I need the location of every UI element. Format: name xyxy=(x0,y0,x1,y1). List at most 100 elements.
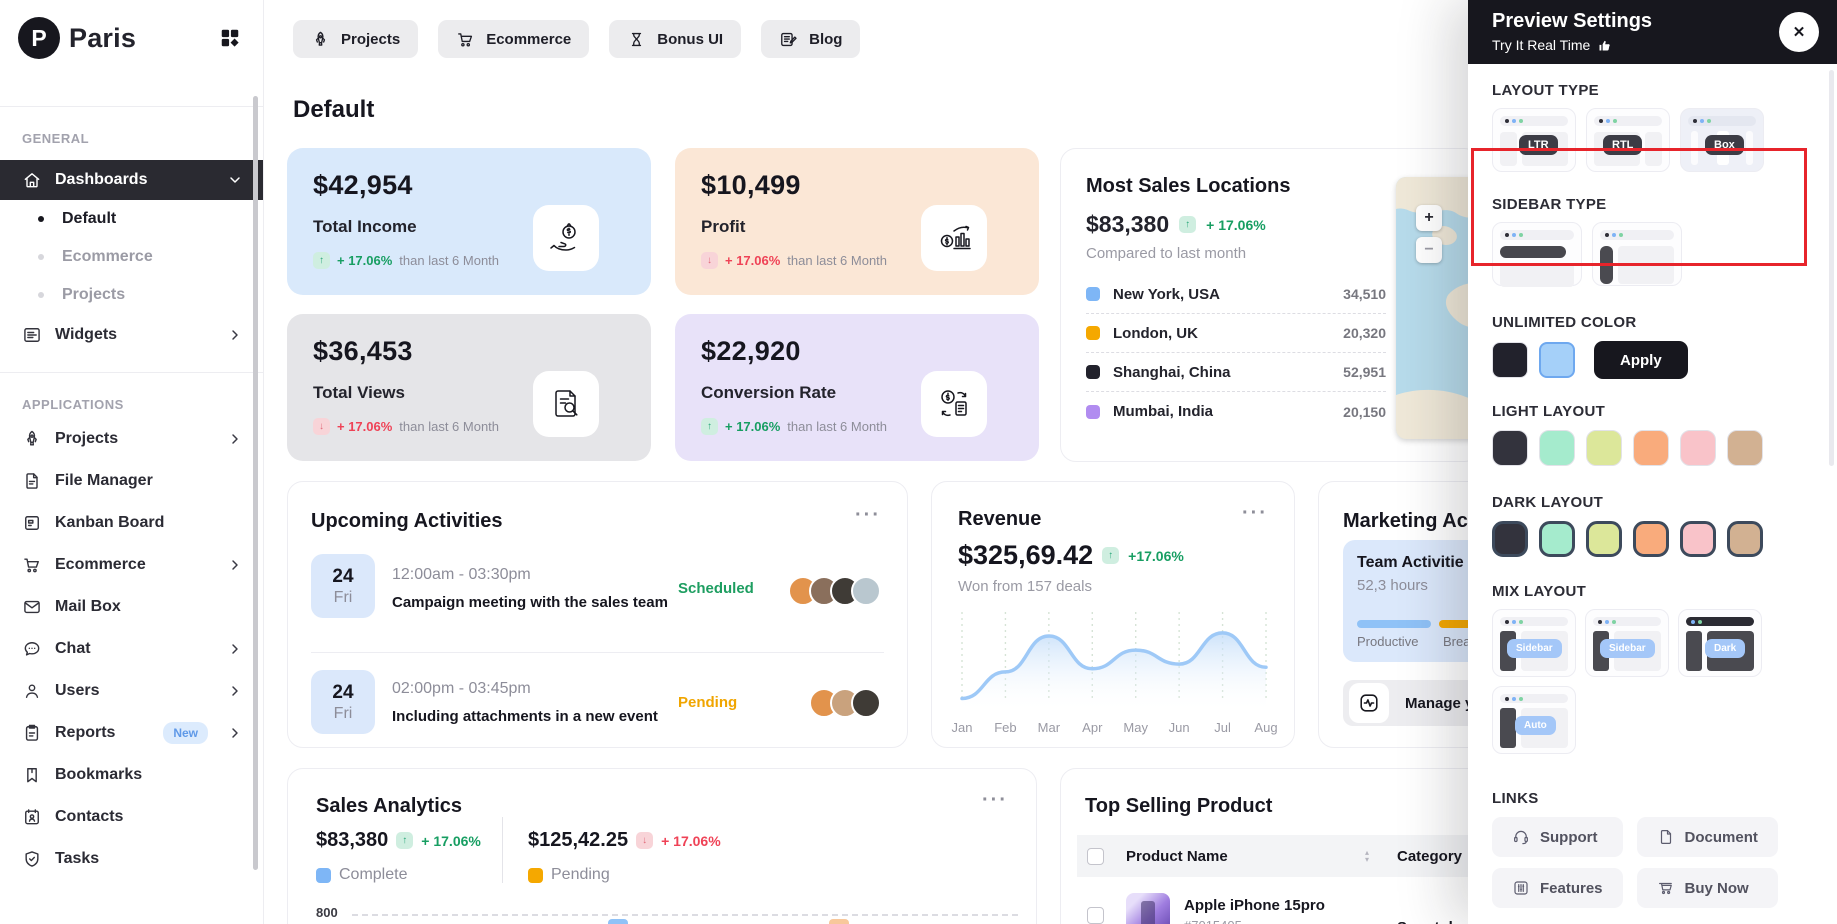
sidebar-item-contacts[interactable]: Contacts xyxy=(0,796,263,838)
chevron-right-icon xyxy=(227,725,243,741)
activity-weekday: Fri xyxy=(334,705,353,723)
sidebar-item-tasks[interactable]: Tasks xyxy=(0,838,263,880)
color-swatch-dark[interactable] xyxy=(1492,342,1528,378)
support-button[interactable]: Support xyxy=(1492,817,1623,857)
card-title: Revenue xyxy=(958,508,1041,531)
button-label: Projects xyxy=(341,31,400,48)
light-swatch[interactable] xyxy=(1492,430,1528,466)
legend-swatch xyxy=(1086,365,1100,379)
light-layout-label: LIGHT LAYOUT xyxy=(1492,403,1813,420)
dark-swatch[interactable] xyxy=(1539,521,1575,557)
topbar-projects-button[interactable]: Projects xyxy=(293,20,418,58)
sidebar-item-dashboards[interactable]: Dashboards xyxy=(0,160,263,200)
document-search-icon xyxy=(533,371,599,437)
sidebar-item-label: File Manager xyxy=(55,472,243,490)
card-menu-icon[interactable]: ··· xyxy=(1242,508,1268,518)
revenue-line-chart xyxy=(952,608,1276,716)
sidebar-toggle-grid-icon[interactable] xyxy=(219,27,241,49)
layout-box-option[interactable]: Box xyxy=(1680,108,1764,172)
link-label: Document xyxy=(1685,829,1758,846)
panel-title: Preview Settings xyxy=(1492,10,1813,33)
productive-bar xyxy=(1357,620,1431,628)
card-menu-icon[interactable]: ··· xyxy=(855,510,881,520)
sidebar-section-applications: APPLICATIONS xyxy=(22,397,263,412)
sidebar-subitem-default[interactable]: Default xyxy=(0,200,263,238)
stat-change-suffix: than last 6 Month xyxy=(787,419,887,434)
link-label: Support xyxy=(1540,829,1598,846)
sales-stat-value: $125,42.25 xyxy=(528,829,628,852)
location-row: Shanghai, China 52,951 xyxy=(1086,353,1386,392)
light-swatch[interactable] xyxy=(1633,430,1669,466)
buy-now-button[interactable]: Buy Now xyxy=(1637,868,1778,908)
row-checkbox[interactable] xyxy=(1087,907,1104,924)
divider xyxy=(502,817,503,883)
chat-icon xyxy=(22,639,42,659)
light-swatch[interactable] xyxy=(1680,430,1716,466)
stat-value: $22,920 xyxy=(701,336,1013,367)
layout-ltr-option[interactable]: LTR xyxy=(1492,108,1576,172)
document-button[interactable]: Document xyxy=(1637,817,1778,857)
dark-swatch[interactable] xyxy=(1586,521,1622,557)
card-menu-icon[interactable]: ··· xyxy=(982,795,1008,805)
sidebar-item-chat[interactable]: Chat xyxy=(0,628,263,670)
avatar xyxy=(851,688,881,718)
close-button[interactable]: ✕ xyxy=(1779,12,1819,52)
topbar-blog-button[interactable]: Blog xyxy=(761,20,860,58)
dark-swatch[interactable] xyxy=(1492,521,1528,557)
apply-button[interactable]: Apply xyxy=(1594,341,1688,379)
sidebar-type-vertical-option[interactable] xyxy=(1592,222,1682,286)
mix-sidebar-option-2[interactable]: Sidebar xyxy=(1585,609,1669,677)
cart-icon xyxy=(22,555,42,575)
layout-option-label: Box xyxy=(1705,135,1744,155)
chevron-right-icon xyxy=(227,641,243,657)
shield-check-icon xyxy=(22,849,42,869)
dark-swatch[interactable] xyxy=(1680,521,1716,557)
mix-sidebar-option-1[interactable]: Sidebar xyxy=(1492,609,1576,677)
map-zoom-out-button[interactable]: − xyxy=(1416,237,1442,263)
sidebar-item-bookmarks[interactable]: Bookmarks xyxy=(0,754,263,796)
table-row[interactable]: Apple iPhone 15pro #7015405 Smartphone xyxy=(1077,893,1479,924)
select-all-checkbox[interactable] xyxy=(1087,848,1104,865)
legend-label: Pending xyxy=(551,866,610,884)
kanban-icon xyxy=(22,513,42,533)
sidebar-item-file-manager[interactable]: File Manager xyxy=(0,460,263,502)
mix-auto-option[interactable]: Auto xyxy=(1492,686,1576,754)
sidebar-item-ecommerce[interactable]: Ecommerce xyxy=(0,544,263,586)
location-value: 52,951 xyxy=(1343,364,1386,380)
light-swatch[interactable] xyxy=(1727,430,1763,466)
sidebar-item-reports[interactable]: Reports New xyxy=(0,712,263,754)
location-row: Mumbai, India 20,150 xyxy=(1086,392,1386,431)
sidebar-item-users[interactable]: Users xyxy=(0,670,263,712)
rocket-icon xyxy=(311,30,330,49)
map-zoom-in-button[interactable]: + xyxy=(1416,205,1442,231)
y-axis-tick: 800 xyxy=(316,905,338,920)
user-icon xyxy=(22,681,42,701)
bullet-dot xyxy=(38,292,44,298)
stat-card-conversion-rate: $22,920 Conversion Rate ↑ + 17.06% than … xyxy=(675,314,1039,461)
sidebar-item-kanban-board[interactable]: Kanban Board xyxy=(0,502,263,544)
sort-icon[interactable]: ▴▾ xyxy=(1365,849,1369,863)
cart-icon xyxy=(1657,879,1675,897)
light-swatch[interactable] xyxy=(1586,430,1622,466)
sidebar-type-horizontal-option[interactable] xyxy=(1492,222,1582,286)
location-value: 34,510 xyxy=(1343,286,1386,302)
sidebar-type-label: SIDEBAR TYPE xyxy=(1492,196,1813,213)
sidebar-subitem-ecommerce[interactable]: Ecommerce xyxy=(0,238,263,276)
sidebar-item-mail-box[interactable]: Mail Box xyxy=(0,586,263,628)
topbar-bonus-ui-button[interactable]: Bonus UI xyxy=(609,20,741,58)
sidebar-item-projects[interactable]: Projects xyxy=(0,418,263,460)
chevron-right-icon xyxy=(227,327,243,343)
dark-swatch[interactable] xyxy=(1727,521,1763,557)
light-swatch[interactable] xyxy=(1539,430,1575,466)
color-swatch-blue[interactable] xyxy=(1539,342,1575,378)
topbar-ecommerce-button[interactable]: Ecommerce xyxy=(438,20,589,58)
sidebar-item-label: Kanban Board xyxy=(55,514,243,532)
panel-scrollbar[interactable] xyxy=(1829,70,1834,466)
layout-rtl-option[interactable]: RTL xyxy=(1586,108,1670,172)
sidebar-scrollbar[interactable] xyxy=(253,96,258,870)
features-button[interactable]: Features xyxy=(1492,868,1623,908)
mix-dark-option[interactable]: Dark xyxy=(1678,609,1762,677)
sidebar-subitem-projects[interactable]: Projects xyxy=(0,276,263,314)
sidebar-item-widgets[interactable]: Widgets xyxy=(0,314,263,356)
dark-swatch[interactable] xyxy=(1633,521,1669,557)
